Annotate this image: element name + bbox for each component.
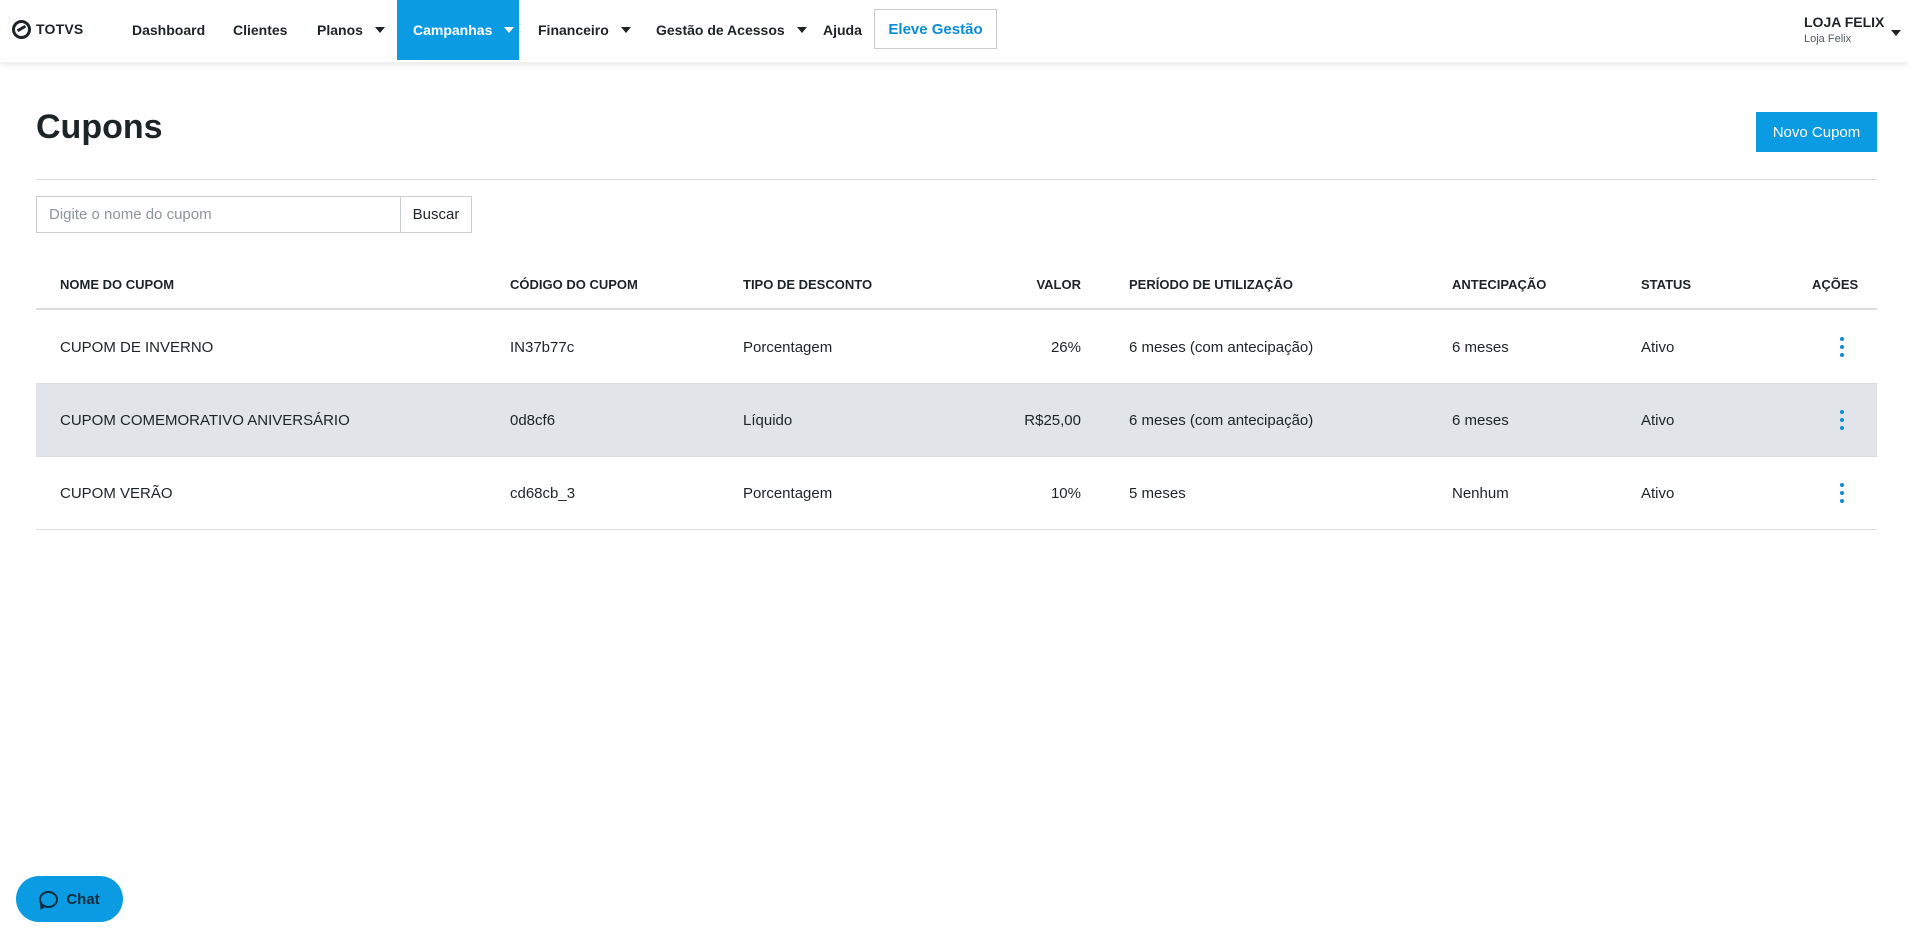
user-subtitle: Loja Felix (1804, 33, 1852, 45)
caret-down-icon (504, 27, 515, 33)
nav-item-campanhas[interactable]: Campanhas (397, 0, 519, 60)
nav-label: Clientes (233, 22, 288, 38)
cell-name: CUPOM VERÃO (60, 484, 173, 502)
caret-down-icon (620, 27, 631, 33)
coupon-search-input[interactable] (36, 196, 401, 233)
table-row: CUPOM VERÃO cd68cb_3 Porcentagem 10% 5 m… (36, 457, 1877, 530)
cell-anticipation: 6 meses (1452, 411, 1509, 429)
nav-item-planos[interactable]: Planos (317, 0, 385, 60)
totvs-logo-icon (12, 19, 31, 39)
top-navbar: TOTVS Dashboard Clientes Planos Campanha… (0, 0, 1908, 62)
eleve-gestao-button[interactable]: Eleve Gestão (874, 9, 997, 49)
cell-value: R$25,00 (1024, 411, 1081, 429)
row-actions-kebab-icon[interactable] (1838, 337, 1846, 357)
cell-type: Porcentagem (743, 338, 833, 356)
cell-value: 10% (1050, 484, 1081, 502)
page-title: Cupons (36, 108, 163, 146)
totvs-logo[interactable]: TOTVS (12, 18, 83, 40)
nav-label: Dashboard (132, 22, 206, 38)
cell-name: CUPOM DE INVERNO (60, 338, 214, 356)
nav-label: Campanhas (413, 22, 493, 38)
table-row: CUPOM COMEMORATIVO ANIVERSÁRIO 0d8cf6 Lí… (36, 384, 1877, 457)
chat-button[interactable]: Chat (16, 876, 123, 922)
user-menu[interactable]: LOJA FELIX Loja Felix (1804, 14, 1884, 45)
cell-anticipation: 6 meses (1452, 338, 1509, 356)
caret-down-icon (796, 27, 807, 33)
nav-label: Planos (317, 22, 363, 38)
cell-code: IN37b77c (510, 338, 575, 356)
header-code: CÓDIGO DO CUPOM (510, 276, 638, 292)
header-actions: AÇÕES (1812, 276, 1859, 292)
chat-label: Chat (66, 890, 100, 908)
cell-period: 6 meses (com antecipação) (1129, 411, 1314, 429)
nav-item-financeiro[interactable]: Financeiro (538, 0, 631, 60)
header-period: PERÍODO DE UTILIZAÇÃO (1129, 276, 1293, 292)
row-actions-kebab-icon[interactable] (1838, 410, 1846, 430)
cell-anticipation: Nenhum (1452, 484, 1509, 502)
nav-item-clientes[interactable]: Clientes (233, 0, 287, 60)
cell-type: Líquido (743, 411, 793, 429)
cell-code: cd68cb_3 (510, 484, 576, 502)
cell-name: CUPOM COMEMORATIVO ANIVERSÁRIO (60, 411, 350, 429)
header-status: STATUS (1641, 276, 1692, 292)
nav-item-dashboard[interactable]: Dashboard (132, 0, 205, 60)
coupons-table-header: NOME DO CUPOM CÓDIGO DO CUPOM TIPO DE DE… (36, 258, 1877, 310)
header-type: TIPO DE DESCONTO (743, 276, 873, 292)
nav-item-ajuda[interactable]: Ajuda (823, 0, 862, 60)
nav-label: Gestão de Acessos (656, 22, 785, 38)
caret-down-icon (374, 27, 385, 33)
header-divider (36, 179, 1877, 180)
cell-period: 6 meses (com antecipação) (1129, 338, 1314, 356)
cell-code: 0d8cf6 (510, 411, 556, 429)
nav-label: Ajuda (823, 22, 862, 38)
cell-status: Ativo (1641, 411, 1675, 429)
header-anticipation: ANTECIPAÇÃO (1452, 276, 1547, 292)
new-coupon-button[interactable]: Novo Cupom (1756, 112, 1877, 152)
user-name: LOJA FELIX (1804, 14, 1885, 30)
header-name: NOME DO CUPOM (60, 276, 175, 292)
search-button[interactable]: Buscar (400, 196, 472, 233)
user-caret-down-icon[interactable] (1891, 30, 1901, 36)
cell-status: Ativo (1641, 484, 1675, 502)
nav-item-gestao-de-acessos[interactable]: Gestão de Acessos (656, 0, 807, 60)
header-value: VALOR (1036, 276, 1081, 292)
table-row: CUPOM DE INVERNO IN37b77c Porcentagem 26… (36, 311, 1877, 384)
row-actions-kebab-icon[interactable] (1838, 483, 1846, 503)
cell-value: 26% (1050, 338, 1081, 356)
logo-text: TOTVS (36, 21, 84, 37)
cell-status: Ativo (1641, 338, 1675, 356)
cell-period: 5 meses (1129, 484, 1186, 502)
nav-label: Financeiro (538, 22, 609, 38)
chat-bubble-icon (39, 890, 59, 908)
cell-type: Porcentagem (743, 484, 833, 502)
